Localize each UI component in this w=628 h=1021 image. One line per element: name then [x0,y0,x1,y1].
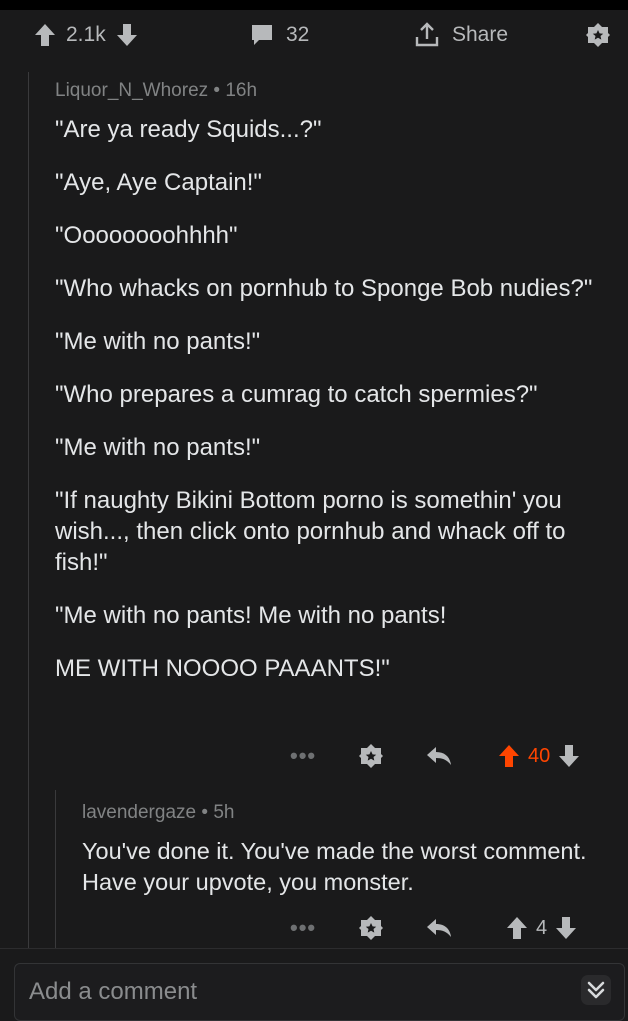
more-dots-icon: ••• [290,743,317,768]
comment-vote-count: 40 [528,744,551,767]
award-button[interactable] [358,908,384,948]
comment-paragraph: "Me with no pants! Me with no pants! [55,602,447,629]
comment-time: 16h [225,80,258,101]
comment-body: "Are ya ready Squids...?" "Aye, Aye Capt… [55,114,615,684]
reply-comment: lavendergaze • 5h You've done it. You've… [82,802,612,898]
downvote-arrow-icon[interactable] [116,23,138,47]
share-button[interactable]: Share [414,10,508,60]
reply-icon [427,919,451,937]
more-dots-icon: ••• [290,915,317,940]
comment: Liquor_N_Whorez • 16h "Are ya ready Squi… [55,80,615,706]
comment-bubble-icon [252,25,272,45]
thread-rail-nested[interactable] [55,790,56,948]
comment-paragraph: "Me with no pants!" [55,328,261,355]
comment-author[interactable]: Liquor_N_Whorez [55,80,208,101]
share-icon [415,22,439,47]
comment-paragraph: "Who whacks on pornhub to Sponge Bob nud… [55,275,593,302]
reply-button[interactable] [425,736,453,776]
composer-divider [0,948,628,949]
post-award-button[interactable] [585,10,611,60]
collapse-thread-button[interactable] [580,974,612,1006]
comment-body: You've done it. You've made the worst co… [82,836,612,898]
comment-vote-group: 4 [506,908,577,948]
comment-meta: lavendergaze • 5h [82,802,612,824]
meta-separator: • [201,802,214,823]
comment-meta: Liquor_N_Whorez • 16h [55,80,615,102]
reply-icon [427,747,451,765]
reply-button[interactable] [425,908,453,948]
post-action-bar: 2.1k 32 Share [0,10,628,60]
comment-actions: ••• 40 [280,736,610,776]
award-icon [586,23,610,47]
award-icon [359,916,383,940]
comment-composer [14,963,625,1021]
status-strip [0,0,628,10]
add-comment-input[interactable] [27,973,551,1011]
more-options-button[interactable]: ••• [290,908,316,948]
thread-rail[interactable] [28,72,29,948]
post-vote-group: 2.1k [34,10,138,60]
comment-paragraph: "Me with no pants!" [55,434,261,461]
comment-time: 5h [213,802,235,823]
award-icon [359,744,383,768]
post-comments-button[interactable]: 32 [250,10,309,60]
comment-vote-group: 40 [498,736,580,776]
comment-paragraph: You've done it. You've made the worst co… [82,838,587,895]
comment-paragraph: "Are ya ready Squids...?" [55,116,322,143]
comment-actions: ••• 4 [280,908,610,948]
downvote-arrow-icon[interactable] [555,916,577,940]
upvote-arrow-icon[interactable] [506,916,528,940]
double-chevron-down-icon [581,975,611,1005]
post-vote-count: 2.1k [66,23,106,46]
award-button[interactable] [358,736,384,776]
meta-separator: • [213,80,226,101]
comment-paragraph: "Aye, Aye Captain!" [55,169,262,196]
comment-paragraph: "If naughty Bikini Bottom porno is somet… [55,487,566,576]
comment-paragraph: "Oooooooohhhh" [55,222,238,249]
more-options-button[interactable]: ••• [290,736,316,776]
downvote-arrow-icon[interactable] [558,744,580,768]
post-comment-count: 32 [286,23,310,46]
share-label: Share [452,23,509,46]
upvote-arrow-icon[interactable] [498,744,520,768]
comment-author[interactable]: lavendergaze [82,802,196,823]
upvote-arrow-icon[interactable] [34,23,56,47]
comment-paragraph: ME WITH NOOOO PAAANTS!" [55,655,390,682]
comment-vote-count: 4 [536,916,548,939]
comment-paragraph: "Who prepares a cumrag to catch spermies… [55,381,538,408]
